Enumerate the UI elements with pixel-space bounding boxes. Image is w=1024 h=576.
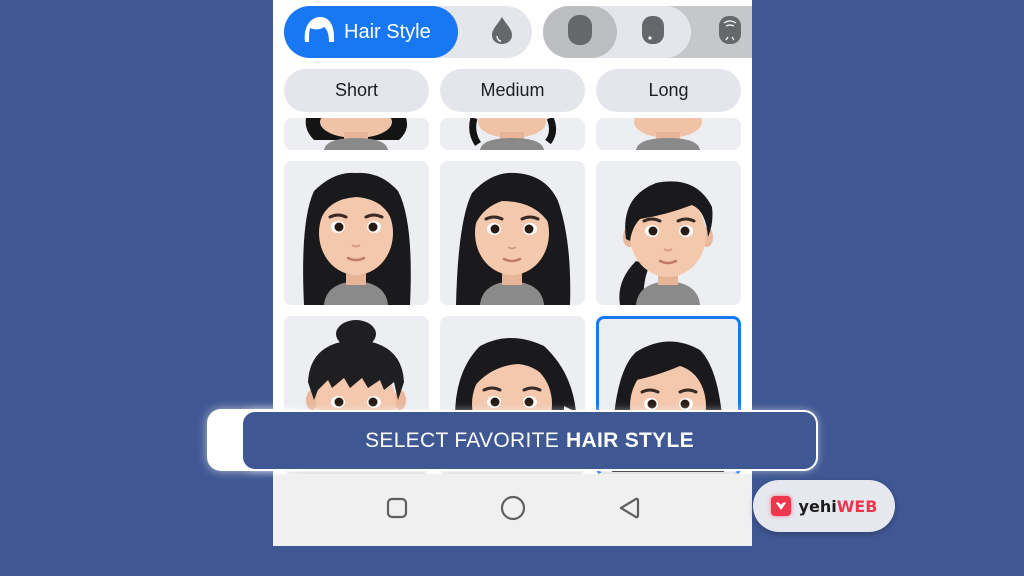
avatar-long-straight-center xyxy=(303,172,411,305)
tab-hair-color[interactable] xyxy=(476,6,528,58)
square-icon xyxy=(386,497,408,524)
face-shape-beard-icon xyxy=(716,13,744,52)
hairstyle-tile[interactable] xyxy=(596,118,741,150)
category-toggle-group: Hair Style xyxy=(284,6,532,58)
filter-short-button[interactable]: Short xyxy=(284,69,429,112)
avatar-short-plain xyxy=(634,118,702,150)
avatar-ponytail-side xyxy=(619,181,713,305)
filter-long-button[interactable]: Long xyxy=(596,69,741,112)
face-shape-3-button[interactable] xyxy=(700,6,752,58)
filter-medium-button[interactable]: Medium xyxy=(440,69,585,112)
hairstyle-tile[interactable] xyxy=(440,161,585,305)
banner-text-regular: SELECT FAVORITE xyxy=(365,428,560,452)
circle-icon xyxy=(500,495,526,526)
tab-hair-style-label: Hair Style xyxy=(344,20,431,43)
hair-icon xyxy=(302,14,336,50)
length-filter-row: Short Medium Long xyxy=(284,69,741,112)
face-shape-mole-icon xyxy=(639,13,667,52)
avatar-curly-ringlets xyxy=(469,118,557,150)
avatar-long-straight-side xyxy=(456,172,571,305)
avatar-curly-short xyxy=(305,118,408,150)
hairstyle-tile[interactable] xyxy=(284,161,429,305)
banner-text-bold: HAIR STYLE xyxy=(566,428,694,452)
hairstyle-tile[interactable] xyxy=(596,161,741,305)
brand-logo: yehiWEB xyxy=(753,480,895,532)
droplet-icon xyxy=(489,15,515,50)
face-shape-icon xyxy=(566,13,594,52)
tab-hair-style[interactable]: Hair Style xyxy=(284,6,458,58)
home-button[interactable] xyxy=(499,495,527,526)
back-button[interactable] xyxy=(615,496,643,524)
recents-button[interactable] xyxy=(383,496,411,524)
caption-banner: SELECT FAVORITE HAIR STYLE xyxy=(241,410,818,471)
system-nav-bar xyxy=(273,474,752,546)
face-shape-1-button[interactable] xyxy=(550,6,610,58)
heart-logo-icon xyxy=(770,496,791,516)
hairstyle-tile[interactable] xyxy=(440,118,585,150)
hairstyle-tile[interactable] xyxy=(284,118,429,150)
face-shape-group xyxy=(543,6,752,58)
face-shape-2-button[interactable] xyxy=(623,6,683,58)
logo-text: yehiWEB xyxy=(798,496,878,516)
triangle-back-icon xyxy=(618,496,640,525)
